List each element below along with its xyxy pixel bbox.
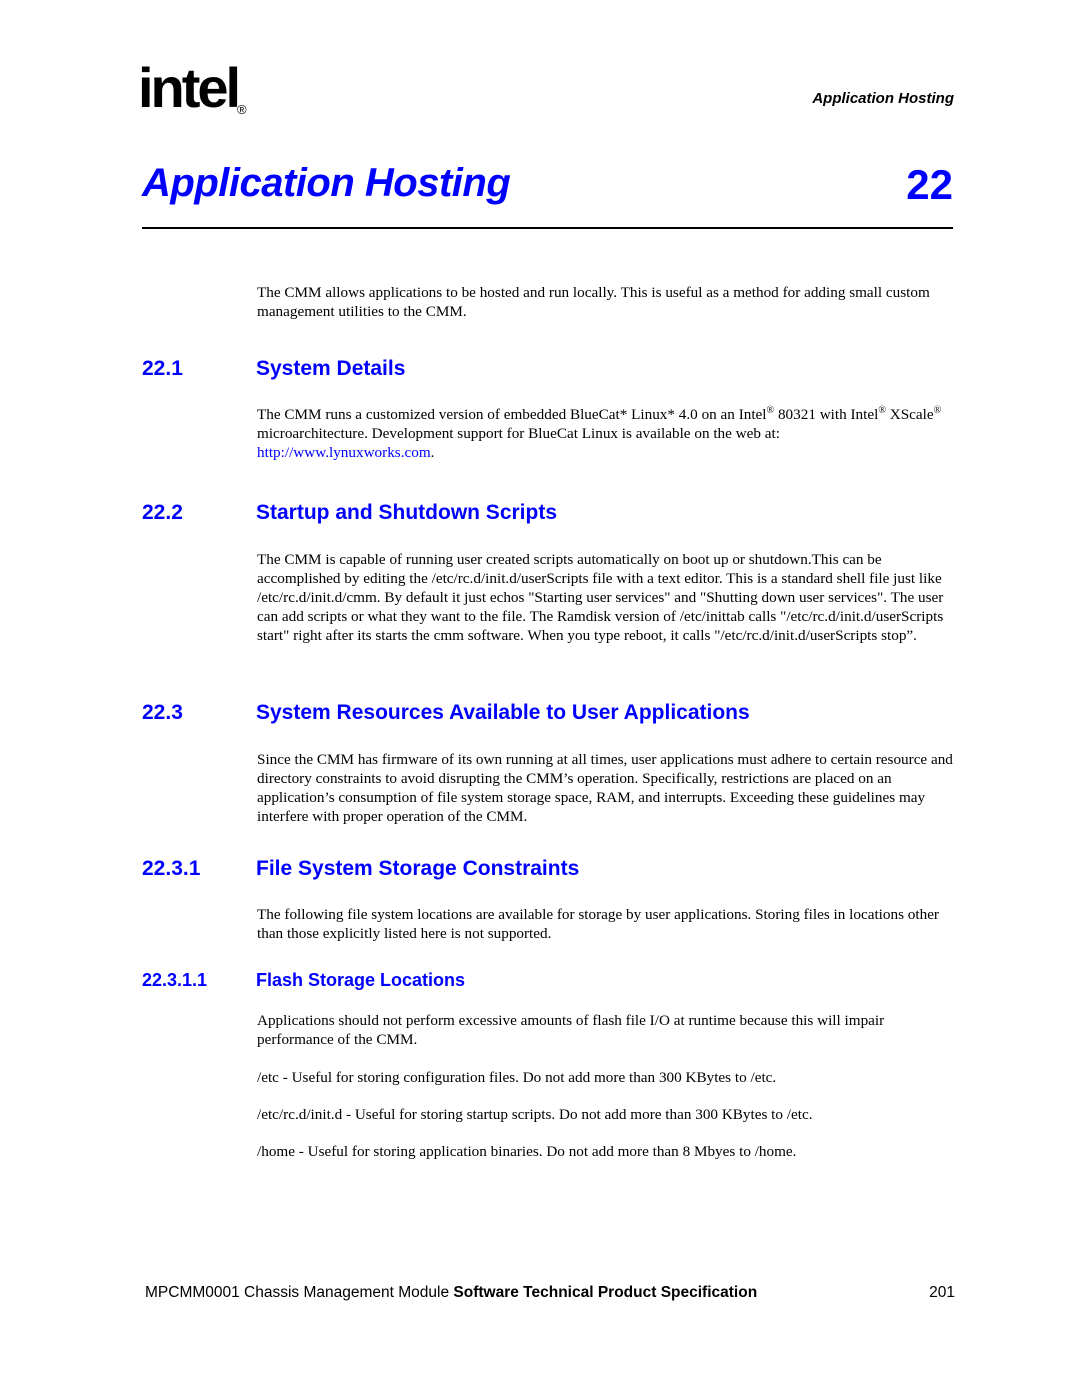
system-details-paragraph: The CMM runs a customized version of emb… [257, 405, 957, 462]
registered-mark-icon: ® [237, 102, 247, 117]
section-number: 22.3.1 [142, 857, 201, 880]
flash-storage-paragraph: Applications should not perform excessiv… [257, 1012, 885, 1048]
section-heading-startup-scripts: 22.2 Startup and Shutdown Scripts [142, 501, 557, 525]
chapter-intro-paragraph: The CMM allows applications to be hosted… [257, 284, 930, 320]
section-title: Startup and Shutdown Scripts [256, 501, 558, 524]
section-number: 22.2 [142, 501, 183, 524]
text-run: 80321 with Intel [774, 406, 879, 423]
lynuxworks-link[interactable]: http://www.lynuxworks.com [257, 444, 431, 461]
page-footer: MPCMM0001 Chassis Management Module Soft… [145, 1284, 955, 1302]
registered-mark-icon: ® [766, 404, 775, 416]
section-heading-flash-storage: 22.3.1.1 Flash Storage Locations [142, 970, 465, 991]
footer-doc-title: MPCMM0001 Chassis Management Module [145, 1284, 454, 1301]
section-heading-file-system-storage: 22.3.1 File System Storage Constraints [142, 857, 579, 881]
section-number: 22.3 [142, 701, 183, 724]
storage-location-item: /home - Useful for storing application b… [257, 1143, 797, 1160]
system-resources-paragraph: Since the CMM has firmware of its own ru… [257, 751, 953, 825]
section-title: System Resources Available to User Appli… [256, 701, 750, 724]
running-header: Application Hosting [812, 90, 954, 107]
section-title: File System Storage Constraints [256, 857, 580, 880]
section-heading-system-details: 22.1 System Details [142, 357, 405, 381]
text-run: The CMM runs a customized version of emb… [257, 406, 767, 423]
section-title: System Details [256, 357, 406, 380]
text-run: . [430, 444, 435, 461]
section-number: 22.1 [142, 357, 183, 380]
chapter-title: Application Hosting [142, 161, 511, 205]
file-system-storage-paragraph: The following file system locations are … [257, 906, 939, 942]
intel-logo-text: intel [138, 56, 241, 119]
text-run: XScale [885, 406, 934, 423]
section-heading-system-resources: 22.3 System Resources Available to User A… [142, 701, 750, 725]
storage-location-item: /etc/rc.d/init.d - Useful for storing st… [257, 1106, 813, 1123]
startup-scripts-paragraph: The CMM is capable of running user creat… [257, 551, 944, 644]
intel-logo: intel ® [138, 60, 258, 136]
footer-doc-title-bold: Software Technical Product Specification [453, 1284, 758, 1301]
storage-location-item: /etc - Useful for storing configuration … [257, 1069, 777, 1086]
text-run: microarchitecture. Development support f… [257, 425, 780, 442]
section-title: Flash Storage Locations [256, 970, 466, 990]
title-divider [142, 227, 953, 229]
section-number: 22.3.1.1 [142, 970, 208, 990]
registered-mark-icon: ® [933, 404, 942, 416]
chapter-number: 22 [906, 161, 953, 208]
registered-mark-icon: ® [878, 404, 886, 416]
page-number: 201 [929, 1284, 955, 1301]
document-page: intel ® Application Hosting Application … [0, 0, 1080, 1397]
